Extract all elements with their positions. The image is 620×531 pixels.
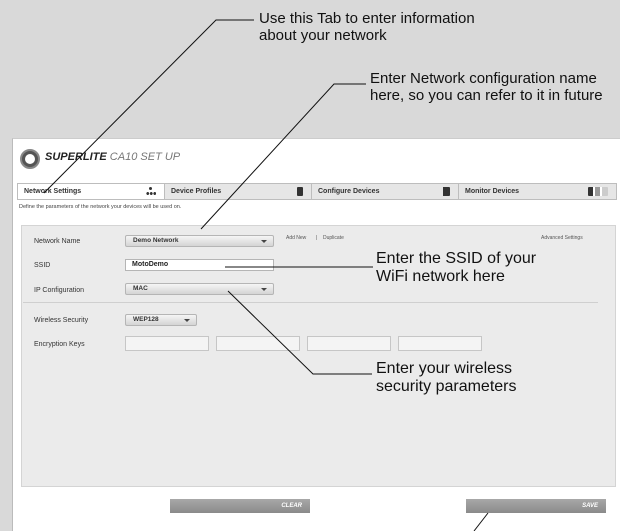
network-name-label: Network Name <box>34 238 81 245</box>
callout-line: Enter your wireless <box>376 360 513 377</box>
callout-line: security parameters <box>376 378 517 395</box>
tab-label: Network Settings <box>24 188 82 195</box>
link-separator: | <box>316 235 318 241</box>
chevron-down-icon <box>184 319 190 322</box>
encryption-key-1-input[interactable] <box>125 336 209 351</box>
section-divider <box>23 302 598 303</box>
clear-button[interactable]: CLEAR <box>170 499 310 513</box>
callout-line: Enter Network configuration name <box>370 70 597 87</box>
callout-network-name: Enter Network configuration name here, s… <box>370 70 603 104</box>
app-window: SUPERLITE CA10 SET UP Network Settings D… <box>12 138 620 531</box>
callout-line: Use this Tab to enter information <box>259 10 475 27</box>
configure-icon <box>438 187 450 196</box>
wireless-security-select[interactable]: WEP128 <box>125 314 197 326</box>
app-title-model: CA10 <box>109 151 138 163</box>
callout-line: WiFi network here <box>376 268 505 285</box>
ip-configuration-label: IP Configuration <box>34 287 85 294</box>
network-name-value: Demo Network <box>133 237 179 244</box>
app-title-rest: SET UP <box>140 151 181 163</box>
ssid-input[interactable]: MotoDemo <box>125 259 274 271</box>
chevron-down-icon <box>261 288 267 291</box>
network-icon <box>146 187 156 196</box>
encryption-keys-label: Encryption Keys <box>34 341 85 348</box>
callout-line: here, so you can refer to it in future <box>370 87 603 104</box>
encryption-key-3-input[interactable] <box>307 336 391 351</box>
tab-monitor-devices[interactable]: Monitor Devices <box>459 184 616 199</box>
callout-ssid: Enter the SSID of your WiFi network here <box>376 250 536 286</box>
encryption-key-4-input[interactable] <box>398 336 482 351</box>
duplicate-link[interactable]: Duplicate <box>323 235 344 241</box>
save-button[interactable]: SAVE <box>466 499 606 513</box>
app-title: SUPERLITE CA10 SET UP <box>45 151 180 163</box>
page-description: Define the parameters of the network you… <box>19 204 182 210</box>
chevron-down-icon <box>261 240 267 243</box>
encryption-key-2-input[interactable] <box>216 336 300 351</box>
tab-configure-devices[interactable]: Configure Devices <box>312 184 459 199</box>
wireless-security-value: WEP128 <box>133 316 159 323</box>
title-bar: SUPERLITE CA10 SET UP <box>13 139 620 179</box>
ssid-label: SSID <box>34 262 51 269</box>
tab-label: Monitor Devices <box>465 188 520 195</box>
ip-configuration-select[interactable]: MAC <box>125 283 274 295</box>
tab-label: Configure Devices <box>318 188 380 195</box>
callout-security: Enter your wireless security parameters <box>376 360 517 396</box>
tab-device-profiles[interactable]: Device Profiles <box>165 184 312 199</box>
monitor-icon <box>588 187 608 196</box>
network-name-select[interactable]: Demo Network <box>125 235 274 247</box>
callout-line: Enter the SSID of your <box>376 250 537 267</box>
callout-line: about your network <box>259 27 387 44</box>
callout-tab-info: Use this Tab to enter information about … <box>259 10 475 44</box>
advanced-settings-link[interactable]: Advanced Settings <box>541 235 583 241</box>
add-new-link[interactable]: Add New <box>286 235 306 241</box>
tab-network-settings[interactable]: Network Settings <box>18 184 165 199</box>
app-title-brand: SUPERLITE <box>45 151 107 163</box>
device-icon <box>297 187 303 196</box>
ip-configuration-value: MAC <box>133 285 148 292</box>
tab-bar: Network Settings Device Profiles Configu… <box>17 183 617 200</box>
wireless-security-label: Wireless Security <box>34 317 89 324</box>
motorola-logo-icon <box>20 149 40 169</box>
tab-label: Device Profiles <box>171 188 222 195</box>
